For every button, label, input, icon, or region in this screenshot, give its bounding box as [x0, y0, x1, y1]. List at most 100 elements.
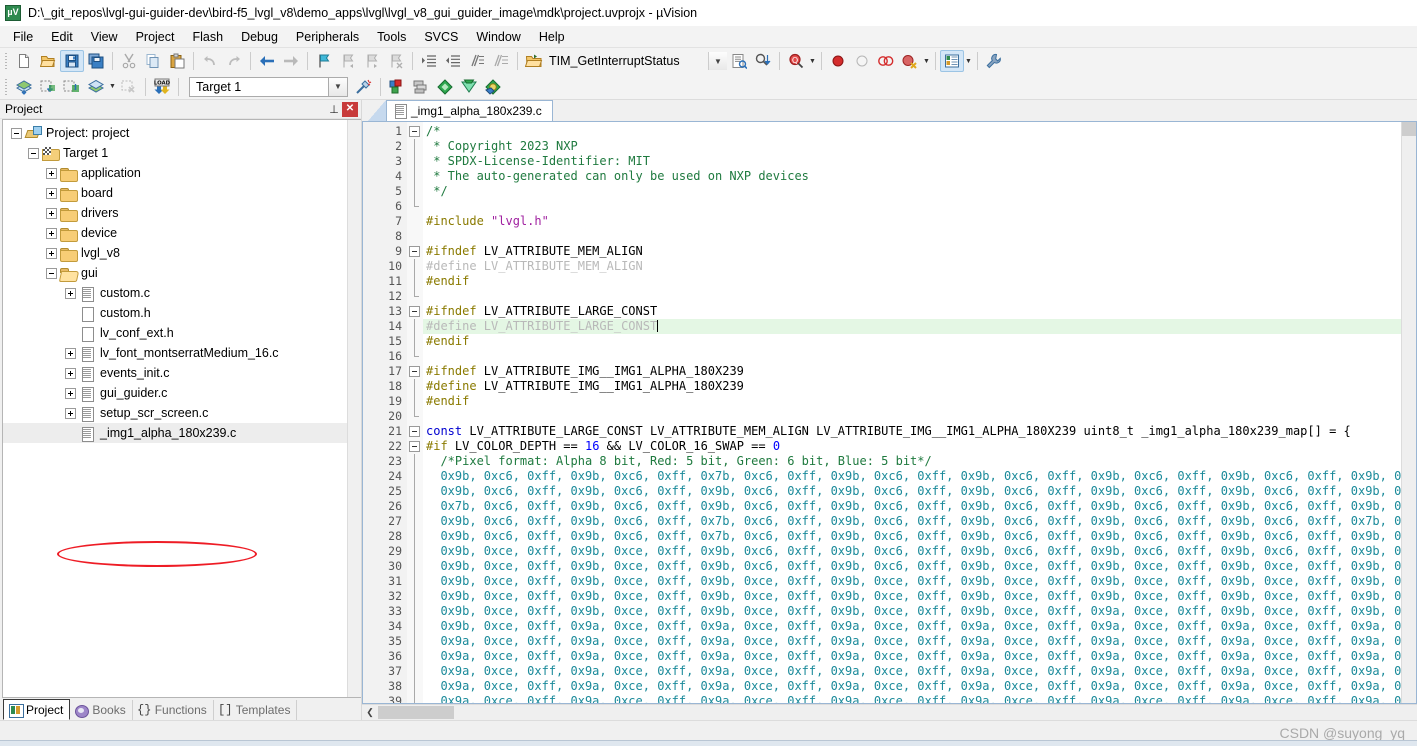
code-line[interactable]: #define LV_ATTRIBUTE_MEM_ALIGN: [423, 259, 1401, 274]
menu-item-tools[interactable]: Tools: [368, 28, 415, 46]
panel-tab-templates[interactable]: [] Templates: [214, 700, 298, 720]
tree-expand-icon[interactable]: [46, 187, 57, 199]
tree-item-events-init-c[interactable]: events_init.c: [3, 363, 347, 383]
code-line[interactable]: 0x9b, 0xce, 0xff, 0x9a, 0xce, 0xff, 0x9a…: [423, 619, 1401, 634]
function-combo-arrow-icon[interactable]: ▼: [708, 52, 727, 70]
panel-tab-project[interactable]: Project: [3, 699, 71, 720]
code-line[interactable]: 0x9b, 0xce, 0xff, 0x9b, 0xce, 0xff, 0x9b…: [423, 574, 1401, 589]
code-line[interactable]: [423, 349, 1401, 364]
find-in-files-icon[interactable]: [751, 50, 775, 72]
tree-item-gui-guider-c[interactable]: gui_guider.c: [3, 383, 347, 403]
code-line[interactable]: 0x9a, 0xce, 0xff, 0x9a, 0xce, 0xff, 0x9a…: [423, 679, 1401, 694]
tree-expand-icon[interactable]: [65, 367, 76, 379]
toolbar-grip[interactable]: [4, 51, 9, 71]
tree-item-custom-h[interactable]: custom.h: [3, 303, 347, 323]
rebuild-icon[interactable]: [60, 76, 84, 98]
code-line[interactable]: #endif: [423, 274, 1401, 289]
menu-item-view[interactable]: View: [82, 28, 127, 46]
tree-expand-icon[interactable]: [46, 247, 57, 259]
fold-marker[interactable]: [407, 439, 423, 454]
code-line[interactable]: 0x9b, 0xce, 0xff, 0x9b, 0xce, 0xff, 0x9b…: [423, 604, 1401, 619]
tree-expand-icon[interactable]: [65, 347, 76, 359]
code-line[interactable]: 0x9a, 0xce, 0xff, 0x9a, 0xce, 0xff, 0x9a…: [423, 664, 1401, 679]
menu-item-peripherals[interactable]: Peripherals: [287, 28, 368, 46]
tree-expand-icon[interactable]: [65, 387, 76, 399]
code-line[interactable]: #include "lvgl.h": [423, 214, 1401, 229]
tree-item-setup-scr-screen-c[interactable]: setup_scr_screen.c: [3, 403, 347, 423]
breakpoint-disable-all-icon[interactable]: [874, 50, 898, 72]
code-line[interactable]: 0x9b, 0xc6, 0xff, 0x9b, 0xc6, 0xff, 0x7b…: [423, 514, 1401, 529]
code-line[interactable]: 0x9b, 0xc6, 0xff, 0x9b, 0xc6, 0xff, 0x7b…: [423, 469, 1401, 484]
fold-marker[interactable]: [407, 124, 423, 139]
code-line[interactable]: 0x9b, 0xce, 0xff, 0x9b, 0xce, 0xff, 0x9b…: [423, 559, 1401, 574]
code-line[interactable]: [423, 409, 1401, 424]
fold-collapse-icon[interactable]: [409, 246, 420, 257]
tree-item-lv-font-montserratmedium-16-c[interactable]: lv_font_montserratMedium_16.c: [3, 343, 347, 363]
code-line[interactable]: [423, 289, 1401, 304]
target-options-icon[interactable]: [352, 76, 376, 98]
manage-rte-icon[interactable]: [481, 76, 505, 98]
fold-collapse-icon[interactable]: [409, 306, 420, 317]
fold-collapse-icon[interactable]: [409, 441, 420, 452]
editor-horizontal-scrollbar[interactable]: ❮: [362, 704, 1417, 720]
build-icon[interactable]: [36, 76, 60, 98]
code-line[interactable]: #endif: [423, 394, 1401, 409]
save-all-icon[interactable]: [84, 50, 108, 72]
code-line[interactable]: #if LV_COLOR_DEPTH == 16 && LV_COLOR_16_…: [423, 439, 1401, 454]
bookmark-clear-icon[interactable]: [384, 50, 408, 72]
code-folding-margin[interactable]: [407, 122, 423, 703]
code-line[interactable]: const LV_ATTRIBUTE_LARGE_CONST LV_ATTRIB…: [423, 424, 1401, 439]
browse-symbols-icon[interactable]: [727, 50, 751, 72]
fold-collapse-icon[interactable]: [409, 366, 420, 377]
code-line[interactable]: 0x9b, 0xce, 0xff, 0x9b, 0xce, 0xff, 0x9b…: [423, 544, 1401, 559]
pin-icon[interactable]: ⊥: [326, 101, 342, 117]
editor-hscroll-thumb[interactable]: [378, 706, 454, 719]
copy-icon[interactable]: [141, 50, 165, 72]
code-line[interactable]: 0x9b, 0xc6, 0xff, 0x9b, 0xc6, 0xff, 0x9b…: [423, 484, 1401, 499]
bookmark-next-icon[interactable]: [360, 50, 384, 72]
menu-item-flash[interactable]: Flash: [183, 28, 232, 46]
manage-project-items-icon[interactable]: [385, 76, 409, 98]
breakpoint-kill-all-icon[interactable]: [898, 50, 922, 72]
panel-tab-functions[interactable]: {} Functions: [133, 700, 214, 720]
code-line[interactable]: * SPDX-License-Identifier: MIT: [423, 154, 1401, 169]
code-line[interactable]: #define LV_ATTRIBUTE_IMG__IMG1_ALPHA_180…: [423, 379, 1401, 394]
tree-expand-icon[interactable]: [46, 227, 57, 239]
tree-expand-icon[interactable]: [65, 287, 76, 299]
tree-item-target-1[interactable]: Target 1: [3, 143, 347, 163]
breakpoint-insert-icon[interactable]: [826, 50, 850, 72]
configuration-wizard-icon[interactable]: [457, 76, 481, 98]
tree-item-lv-conf-ext-h[interactable]: lv_conf_ext.h: [3, 323, 347, 343]
fold-collapse-icon[interactable]: [409, 126, 420, 137]
toolbar-grip-2[interactable]: [4, 76, 9, 97]
code-line[interactable]: /*: [423, 124, 1401, 139]
tree-item-drivers[interactable]: drivers: [3, 203, 347, 223]
tree-collapse-icon[interactable]: [46, 267, 57, 279]
batch-build-dropdown-arrow-icon[interactable]: ▼: [108, 76, 117, 98]
fold-collapse-icon[interactable]: [409, 426, 420, 437]
bookmark-toggle-icon[interactable]: [312, 50, 336, 72]
tree-expand-icon[interactable]: [65, 407, 76, 419]
code-line[interactable]: #ifndef LV_ATTRIBUTE_LARGE_CONST: [423, 304, 1401, 319]
target-select[interactable]: Target 1: [189, 76, 329, 97]
code-line[interactable]: 0x9a, 0xce, 0xff, 0x9a, 0xce, 0xff, 0x9a…: [423, 694, 1401, 703]
tree-item-board[interactable]: board: [3, 183, 347, 203]
open-file-icon[interactable]: [36, 50, 60, 72]
uncomment-icon[interactable]: [489, 50, 513, 72]
tree-expand-icon[interactable]: [46, 207, 57, 219]
code-line[interactable]: /*Pixel format: Alpha 8 bit, Red: 5 bit,…: [423, 454, 1401, 469]
editor-vertical-scrollbar[interactable]: [1401, 122, 1416, 703]
search-icon[interactable]: Q: [784, 50, 808, 72]
menu-item-project[interactable]: Project: [127, 28, 184, 46]
tree-item-application[interactable]: application: [3, 163, 347, 183]
forward-icon[interactable]: [279, 50, 303, 72]
code-line[interactable]: #ifndef LV_ATTRIBUTE_MEM_ALIGN: [423, 244, 1401, 259]
code-line[interactable]: * The auto-generated can only be used on…: [423, 169, 1401, 184]
menu-item-svcs[interactable]: SVCS: [415, 28, 467, 46]
cut-icon[interactable]: [117, 50, 141, 72]
back-icon[interactable]: [255, 50, 279, 72]
bookmark-prev-icon[interactable]: [336, 50, 360, 72]
code-line[interactable]: #ifndef LV_ATTRIBUTE_IMG__IMG1_ALPHA_180…: [423, 364, 1401, 379]
tree-item-img1-alpha-180x239-c[interactable]: _img1_alpha_180x239.c: [3, 423, 347, 443]
save-icon[interactable]: [60, 50, 84, 72]
